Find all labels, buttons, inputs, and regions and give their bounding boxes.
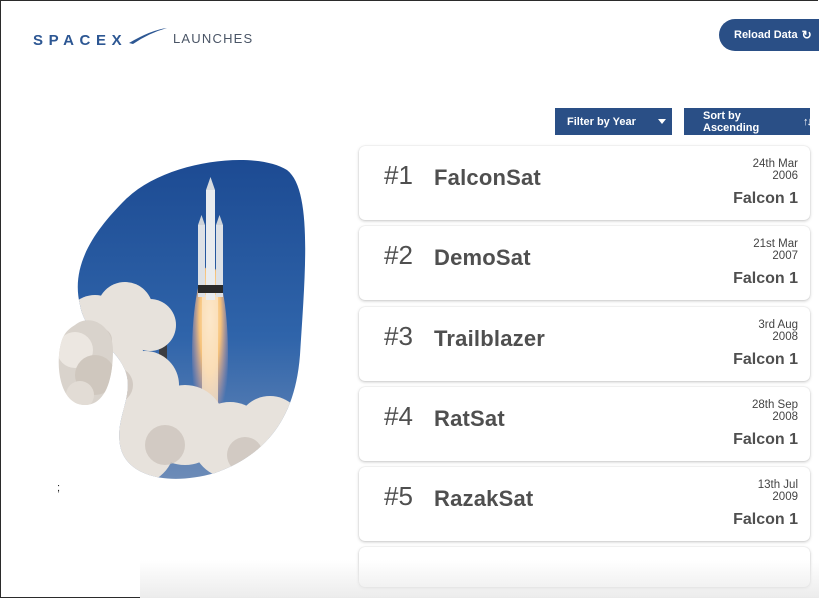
launch-card[interactable]: #5 RazakSat 13th Jul 2009 Falcon 1 [359, 467, 810, 541]
launch-date: 13th Jul 2009 [758, 479, 798, 503]
sort-arrows-icon: ↑↓ [803, 115, 812, 128]
launch-name: FalconSat [434, 165, 541, 190]
launch-date-day: 3rd Aug [758, 319, 798, 331]
logo-subtitle: LAUNCHES [173, 30, 254, 46]
stray-character: ; [57, 482, 61, 494]
spacex-wordmark-icon: SPACEX [33, 28, 167, 48]
logo-wordmark: SPACEX [33, 32, 127, 48]
launch-card-partial[interactable] [359, 547, 810, 587]
launch-date-day: 28th Sep [751, 399, 798, 411]
launch-name: RazakSat [434, 486, 534, 511]
launch-card[interactable]: #2 DemoSat 21st Mar 2007 Falcon 1 [359, 226, 810, 300]
launch-name: RatSat [434, 406, 505, 431]
launch-number: #5 [384, 481, 413, 511]
launch-date-year: 2008 [772, 411, 798, 423]
rocket-launch-image [55, 155, 315, 485]
launch-date-day: 24th Mar [752, 158, 798, 170]
sort-label: Sort by Ascending [703, 109, 760, 134]
launch-date-year: 2007 [772, 250, 798, 262]
launch-date: 21st Mar 2007 [753, 238, 798, 262]
launch-date: 28th Sep 2008 [752, 399, 798, 423]
spacex-logo: SPACEX LAUNCHES [33, 26, 253, 48]
chevron-down-icon [658, 119, 666, 124]
launch-date-year: 2006 [772, 170, 798, 182]
launch-number: #3 [384, 321, 413, 351]
rocket-name: Falcon 1 [733, 190, 798, 207]
sort-button[interactable]: Sort by Ascending ↑↓ [684, 108, 812, 135]
launch-date: 24th Mar 2006 [753, 158, 798, 182]
launch-date-day: 21st Mar [753, 238, 798, 250]
launch-name: DemoSat [434, 245, 531, 270]
launch-number: #1 [384, 160, 413, 190]
launch-number: #4 [384, 401, 413, 431]
filter-label: Filter by Year [567, 115, 636, 128]
launch-number: #2 [384, 240, 413, 270]
launch-card[interactable]: #1 FalconSat 24th Mar 2006 Falcon 1 [359, 146, 810, 220]
reload-data-button[interactable]: Reload Data ↻ [719, 19, 819, 51]
launch-card[interactable]: #3 Trailblazer 3rd Aug 2008 Falcon 1 [359, 307, 810, 381]
rocket-name: Falcon 1 [733, 270, 798, 287]
launch-date: 3rd Aug 2008 [758, 319, 798, 343]
launch-card[interactable]: #4 RatSat 28th Sep 2008 Falcon 1 [359, 387, 810, 461]
rocket-name: Falcon 1 [733, 511, 798, 528]
launch-date-day: 13th Jul [757, 479, 798, 491]
reload-label: Reload Data [734, 29, 798, 41]
launch-name: Trailblazer [434, 326, 546, 351]
refresh-icon: ↻ [801, 28, 812, 42]
filter-by-year-dropdown[interactable]: Filter by Year [555, 108, 672, 135]
launch-date-year: 2009 [772, 491, 798, 503]
rocket-name: Falcon 1 [733, 431, 798, 448]
rocket-name: Falcon 1 [733, 351, 798, 368]
launch-date-year: 2008 [772, 331, 798, 343]
